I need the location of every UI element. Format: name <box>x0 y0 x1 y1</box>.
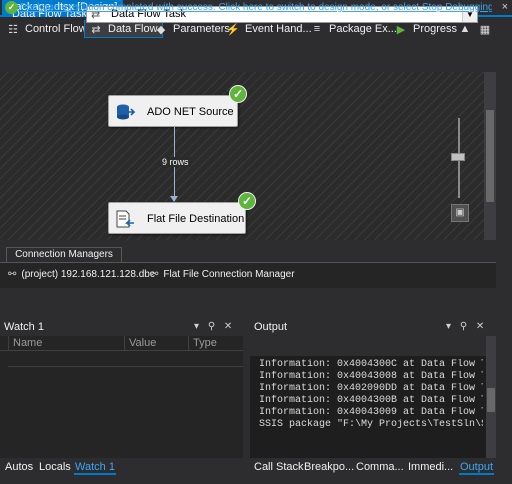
zoom-to-fit-icon[interactable]: ▣ <box>451 204 469 222</box>
tab-output[interactable]: Output <box>459 460 495 475</box>
variables-icon: ▦ <box>479 23 491 36</box>
task-selector-row <box>0 42 512 70</box>
tab-watch-1[interactable]: Watch 1 <box>74 460 116 475</box>
control-flow-icon: ☷ <box>8 23 18 36</box>
right-edge-strip <box>496 72 512 316</box>
flat-file-destination-icon <box>116 210 134 228</box>
parameters-icon: ◆ <box>156 23 166 36</box>
zoom-slider-thumb[interactable] <box>451 153 465 161</box>
column-type[interactable]: Type <box>188 336 243 351</box>
success-check-icon: ✓ <box>238 192 256 210</box>
output-scrollbar-thumb[interactable] <box>487 388 495 412</box>
watch-column-header: Name Value Type <box>0 336 243 351</box>
close-icon[interactable]: ✕ <box>476 321 484 332</box>
output-line: Information: 0x40043008 at Data Flow Tas… <box>259 371 483 382</box>
output-line: SSIS package "F:\My Projects\TestSln\SSI… <box>259 419 483 430</box>
close-icon[interactable]: ✕ <box>224 321 232 332</box>
output-line: Information: 0x40043009 at Data Flow Tas… <box>259 407 483 418</box>
dropdown-icon[interactable]: ▾ <box>446 321 451 332</box>
tab-label: Data Flow <box>108 23 158 35</box>
tab-label: Progress <box>413 23 458 35</box>
package-explorer-icon: ≡ <box>313 23 321 35</box>
execution-info-bar <box>0 292 496 308</box>
watch-empty-row[interactable] <box>8 353 243 367</box>
flat-file-destination-node[interactable]: Flat File Destination <box>108 202 246 234</box>
data-flow-icon: ⇄ <box>91 23 101 36</box>
flat-file-connection-icon: ⚯ <box>150 269 159 280</box>
watch-pane-buttons: ▾ ⚲ ✕ <box>194 318 232 336</box>
canvas-scrollbar-thumb[interactable] <box>486 110 494 202</box>
variables-button[interactable]: ▦ <box>478 20 497 38</box>
tab-call-stack[interactable]: Call Stack <box>253 460 305 475</box>
output-pane-title: Output <box>254 321 288 333</box>
ado-net-source-node[interactable]: ADO NET Source <box>108 95 238 127</box>
tab-label: Event Hand... <box>245 23 312 35</box>
connection-manager-item[interactable]: ⚯ (project) 192.168.121.128.dbc <box>8 269 155 280</box>
tab-autos[interactable]: Autos <box>4 460 34 475</box>
pin-icon[interactable]: ⚲ <box>208 321 215 332</box>
progress-icon: ▶ <box>396 23 406 36</box>
tab-locals[interactable]: Locals <box>38 460 72 475</box>
database-source-icon <box>117 104 135 120</box>
column-value[interactable]: Value <box>124 336 188 351</box>
tab-label: Package Ex... <box>329 23 397 35</box>
watch-pane-title: Watch 1 <box>4 321 44 333</box>
tab-control-flow[interactable]: ☷ Control Flow <box>6 20 87 38</box>
toolbox-icon: ▲ <box>459 23 471 35</box>
column-name[interactable]: Name <box>8 336 124 351</box>
node-label: ADO NET Source <box>147 106 234 118</box>
success-check-icon: ✓ <box>5 1 18 14</box>
event-handlers-icon: ⚡ <box>226 23 240 36</box>
output-pane-buttons: ▾ ⚲ ✕ <box>446 318 484 336</box>
pin-icon[interactable]: ⚲ <box>460 321 467 332</box>
output-toolbar <box>250 336 486 356</box>
output-line: Information: 0x4004300C at Data Flow Tas… <box>259 359 483 370</box>
close-document-icon[interactable]: × <box>502 0 508 15</box>
connection-managers-tray[interactable]: ⚯ (project) 192.168.121.128.dbc ⚯ Flat F… <box>0 262 496 288</box>
tab-breakpoints[interactable]: Breakpo... <box>303 460 355 475</box>
switch-to-design-link[interactable]: Package execution completed with success… <box>20 2 492 13</box>
tab-label: Control Flow <box>25 23 87 35</box>
tab-command-window[interactable]: Comma... <box>355 460 405 475</box>
node-label: Flat File Destination <box>147 213 245 225</box>
tab-label: Parameters <box>173 23 230 35</box>
connection-manager-label: (project) 192.168.121.128.dbc <box>21 269 155 280</box>
data-path-row-count: 9 rows <box>160 157 191 167</box>
output-line: Information: 0x402090DD at Data Flow Tas… <box>259 383 483 394</box>
connection-manager-item[interactable]: ⚯ Flat File Connection Manager <box>150 269 295 280</box>
dropdown-icon[interactable]: ▾ <box>194 321 199 332</box>
connection-managers-tab[interactable]: Connection Managers <box>6 247 122 262</box>
project-connection-icon: ⚯ <box>8 269 17 280</box>
tab-immediate-window[interactable]: Immedi... <box>407 460 454 475</box>
connection-manager-label: Flat File Connection Manager <box>163 269 295 280</box>
success-check-icon: ✓ <box>229 85 247 103</box>
output-line: Information: 0x4004300B at Data Flow Tas… <box>259 395 483 406</box>
